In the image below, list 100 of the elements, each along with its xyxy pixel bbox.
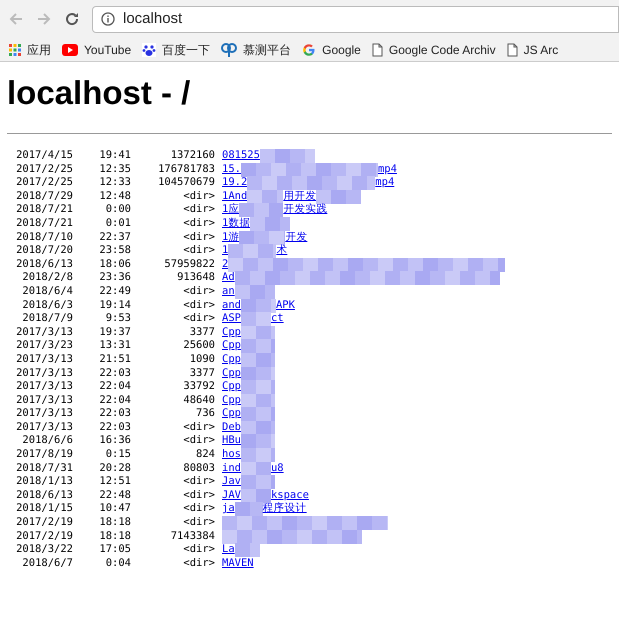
file-time: 12:33 (98, 176, 131, 190)
file-time: 22:03 (98, 407, 131, 421)
file-size: <dir> (182, 502, 215, 516)
file-link[interactable]: an (222, 284, 235, 299)
file-size: 7143384 (170, 530, 215, 544)
file-size: <dir> (182, 434, 215, 448)
file-link[interactable]: La (222, 543, 235, 557)
file-link[interactable]: kspace (270, 488, 309, 502)
file-time: 20:28 (98, 462, 131, 476)
file-size: <dir> (182, 312, 215, 326)
file-link[interactable]: 081525 (222, 149, 260, 163)
file-time: 12:35 (98, 162, 131, 176)
file-link[interactable]: 用开发 (283, 190, 316, 204)
file-time: 0:15 (104, 448, 131, 462)
pixelated-patch (240, 420, 275, 435)
forward-icon[interactable] (36, 11, 52, 27)
file-link[interactable]: APK (276, 298, 295, 312)
pixelated-patch (240, 407, 275, 422)
file-link[interactable]: 1数据 (222, 216, 250, 231)
file-link[interactable]: ind (222, 462, 241, 476)
file-link[interactable]: 1应 (222, 203, 240, 217)
file-date: 2017/3/13 (15, 407, 73, 421)
file-link[interactable]: ASP (222, 312, 241, 326)
file-link[interactable]: 1 (222, 244, 228, 258)
apps-grid-icon (9, 44, 21, 56)
file-link[interactable]: Cpp (222, 352, 241, 366)
file-link[interactable]: ja (222, 502, 235, 516)
bookmark[interactable]: JS Arc (506, 40, 558, 58)
file-link[interactable]: 1And (222, 190, 248, 204)
pixelated-patch (240, 475, 275, 490)
bookmark[interactable]: 应用 (9, 40, 51, 58)
file-link[interactable]: Cpp (222, 366, 241, 380)
file-link[interactable]: Cpp (222, 339, 241, 353)
file-time: 18:18 (98, 516, 131, 530)
file-time: 9:53 (104, 312, 131, 326)
file-size: <dir> (182, 420, 215, 434)
file-size: <dir> (182, 190, 215, 204)
file-size: 57959822 (163, 258, 215, 272)
file-link[interactable]: 15. (222, 162, 241, 176)
file-link[interactable]: mp4 (378, 162, 397, 176)
file-link[interactable]: 开发实践 (283, 203, 328, 217)
g-logo-icon (302, 42, 316, 56)
file-date: 2018/1/13 (15, 475, 73, 489)
back-icon[interactable] (8, 11, 24, 27)
file-time: 16:36 (98, 434, 131, 448)
file-link[interactable]: Jav (222, 475, 241, 489)
file-link[interactable]: 19.2 (222, 176, 248, 190)
file-size: <dir> (182, 298, 215, 312)
page-heading: localhost - / (7, 73, 192, 113)
file-time: 22:04 (98, 394, 131, 408)
file-size: 176781783 (157, 162, 215, 176)
pixelated-patch (240, 380, 275, 394)
file-link[interactable]: 开发 (285, 230, 308, 244)
file-date: 2018/6/7 (21, 556, 73, 570)
file-date: 2018/7/29 (15, 190, 73, 204)
page-icon (506, 42, 518, 56)
bookmark[interactable]: Google Code Archiv (372, 40, 496, 58)
file-link[interactable]: 1游 (222, 230, 240, 244)
file-date: 2018/2/8 (21, 271, 73, 285)
address-bar[interactable]: localhost (92, 6, 619, 32)
bookmark[interactable]: 慕测平台 (221, 40, 292, 58)
file-date: 2018/3/22 (15, 543, 73, 557)
file-time: 23:58 (98, 244, 131, 258)
bookmark[interactable]: YouTube (62, 40, 132, 58)
file-date: 2017/3/13 (15, 326, 73, 340)
file-link[interactable]: Deb (222, 420, 241, 434)
file-date: 2018/6/6 (21, 434, 73, 448)
file-link[interactable]: and (222, 298, 241, 312)
file-time: 17:05 (98, 543, 131, 557)
file-link[interactable]: u8 (270, 462, 284, 476)
bookmark[interactable]: Google (302, 40, 361, 58)
file-link[interactable]: HBu (222, 434, 241, 448)
file-link[interactable]: Cpp (222, 394, 241, 408)
file-time: 21:51 (98, 352, 131, 366)
file-link[interactable]: ct (270, 312, 284, 326)
file-link[interactable]: 2 (222, 258, 228, 272)
file-size: <dir> (182, 244, 215, 258)
file-size: <dir> (182, 556, 215, 570)
file-link[interactable]: Cpp (222, 407, 241, 421)
file-time: 22:03 (98, 366, 131, 380)
file-link[interactable]: MAVEN (222, 556, 254, 570)
file-size: 736 (195, 407, 215, 421)
tree-icon (221, 42, 238, 56)
file-link[interactable]: Cpp (222, 326, 241, 340)
pixelated-patch (240, 366, 275, 380)
file-link[interactable]: Cpp (222, 380, 241, 394)
file-date: 2017/3/13 (15, 366, 73, 380)
reload-icon[interactable] (64, 11, 80, 27)
pixelated-patch (240, 434, 275, 448)
bookmark[interactable]: 百度一下 (142, 40, 210, 58)
pixelated-patch (240, 298, 276, 313)
file-size: 80803 (182, 462, 215, 476)
file-link[interactable]: mp4 (375, 176, 394, 190)
file-date: 2018/6/13 (15, 488, 73, 502)
file-link[interactable]: JAV (222, 488, 241, 502)
file-link[interactable]: 程序设计 (262, 502, 307, 516)
file-link[interactable]: 术 (276, 244, 288, 258)
play-icon (62, 44, 78, 56)
file-link[interactable]: Ad (222, 271, 235, 285)
file-link[interactable]: hos (222, 448, 241, 462)
